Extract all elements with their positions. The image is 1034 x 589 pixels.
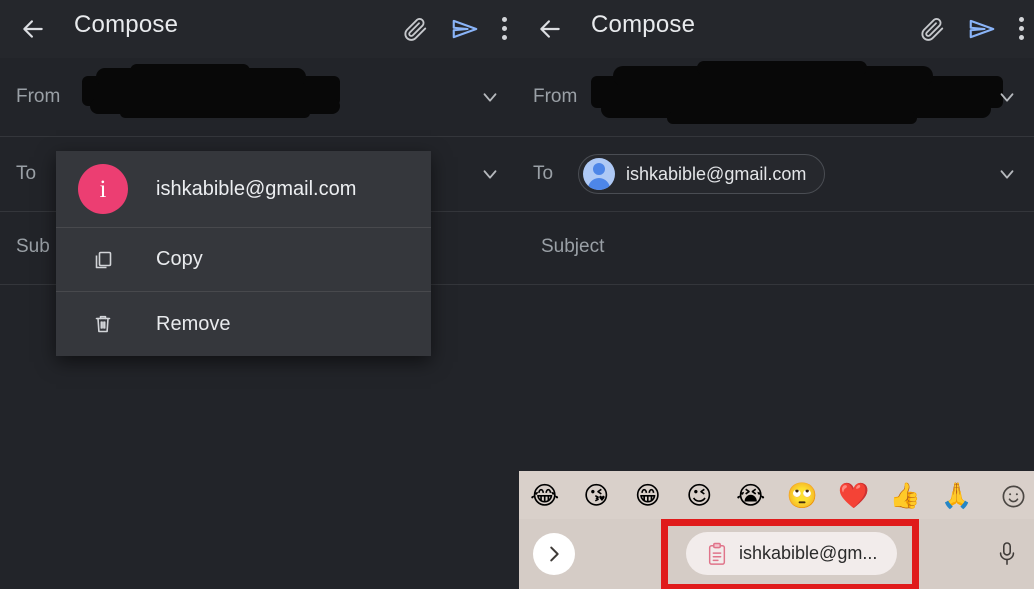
contact-email: ishkabible@gmail.com <box>156 177 357 200</box>
context-menu-label-remove: Remove <box>156 312 231 335</box>
recipient-email: ishkabible@gmail.com <box>626 163 807 184</box>
keyboard-suggestion-strip: ishkabible@gm... <box>519 519 1034 589</box>
expand-suggestions-button[interactable] <box>533 533 575 575</box>
emoji-beaming-face[interactable]: 😁 <box>622 483 674 508</box>
contact-avatar: i <box>78 164 128 214</box>
emoji-face-with-rolling-eyes[interactable]: 🙄 <box>777 483 829 508</box>
emoji-loudly-crying-face[interactable]: 😭 <box>725 483 777 508</box>
clipboard-suggestion-chip[interactable]: ishkabible@gm... <box>686 532 898 575</box>
from-label: From <box>533 86 578 107</box>
subject-label: Sub <box>16 236 50 257</box>
recipient-context-menu: i ishkabible@gmail.com Copy Remove <box>56 151 431 356</box>
emoji-face-with-tears-of-joy[interactable]: 😂 <box>519 483 571 508</box>
emoji-red-heart[interactable]: ❤️ <box>828 483 880 508</box>
screenshot-root: Compose From To Sub i ishkabible@gmail.c… <box>0 0 1034 589</box>
from-expand-caret-icon[interactable] <box>994 84 1020 110</box>
to-label: To <box>16 163 37 184</box>
attach-file-icon[interactable] <box>402 16 428 42</box>
from-row[interactable]: From <box>0 58 517 137</box>
left-compose-panel: Compose From To Sub i ishkabible@gmail.c… <box>0 0 517 589</box>
emoji-winking-face[interactable]: 😉 <box>674 483 726 508</box>
back-arrow-icon[interactable] <box>533 12 567 46</box>
person-avatar-icon <box>583 158 615 190</box>
emoji-folded-hands[interactable]: 🙏 <box>931 483 983 508</box>
attach-file-icon[interactable] <box>919 16 945 42</box>
on-screen-keyboard: 😂 😘 😁 😉 😭 🙄 ❤️ 👍 🙏 ishkabible@gm... <box>519 471 1034 589</box>
left-appbar-actions <box>402 10 507 48</box>
to-label: To <box>533 163 554 184</box>
more-options-icon[interactable] <box>502 17 507 41</box>
context-menu-item-copy[interactable]: Copy <box>56 228 431 292</box>
to-expand-caret-icon[interactable] <box>994 161 1020 187</box>
context-menu-item-remove[interactable]: Remove <box>56 292 431 356</box>
from-label: From <box>16 86 61 107</box>
emoji-picker-icon[interactable] <box>996 481 1030 511</box>
recipient-chip[interactable]: ishkabible@gmail.com <box>578 154 826 194</box>
copy-icon <box>78 248 128 272</box>
page-title: Compose <box>74 11 179 38</box>
context-menu-header: i ishkabible@gmail.com <box>56 151 431 228</box>
right-appbar: Compose <box>517 0 1034 58</box>
voice-input-icon[interactable] <box>988 535 1026 573</box>
page-title: Compose <box>591 11 696 38</box>
clipboard-suggestion-text: ishkabible@gm... <box>739 543 878 563</box>
clipboard-icon <box>706 542 728 566</box>
left-appbar: Compose <box>0 0 517 58</box>
subject-row[interactable]: Subject <box>517 212 1034 285</box>
subject-label: Subject <box>541 236 605 257</box>
emoji-face-blowing-a-kiss[interactable]: 😘 <box>571 483 623 508</box>
to-expand-caret-icon[interactable] <box>477 161 503 187</box>
from-row[interactable]: From <box>517 58 1034 137</box>
send-icon[interactable] <box>967 14 997 44</box>
from-expand-caret-icon[interactable] <box>477 84 503 110</box>
back-arrow-icon[interactable] <box>16 12 50 46</box>
to-row[interactable]: To ishkabible@gmail.com <box>517 137 1034 212</box>
more-options-icon[interactable] <box>1019 17 1024 41</box>
emoji-quick-row: 😂 😘 😁 😉 😭 🙄 ❤️ 👍 🙏 <box>519 471 1034 519</box>
delete-icon <box>78 312 128 336</box>
emoji-thumbs-up[interactable]: 👍 <box>880 483 932 508</box>
avatar-initial: i <box>99 175 107 203</box>
context-menu-label-copy: Copy <box>156 248 203 270</box>
right-appbar-actions <box>919 10 1024 48</box>
send-icon[interactable] <box>450 14 480 44</box>
